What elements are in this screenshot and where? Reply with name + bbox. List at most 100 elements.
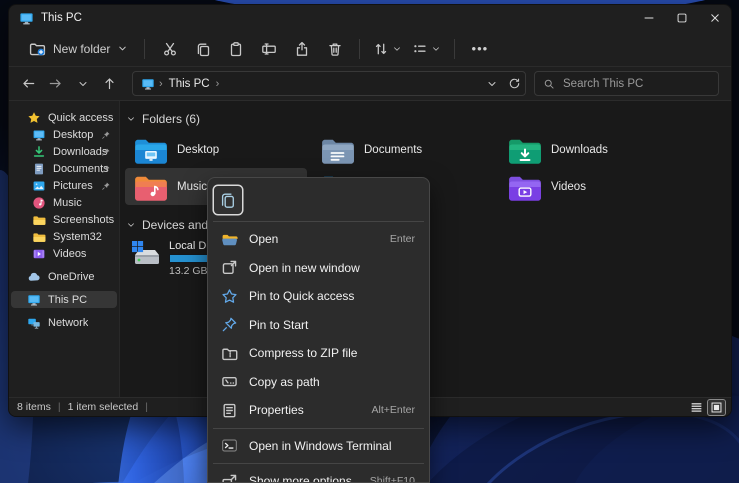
sort-button[interactable] xyxy=(368,34,407,64)
navigation-pane: Quick access Desktop Downloads DocumentsPic… xyxy=(9,101,119,397)
back-button[interactable] xyxy=(15,70,42,97)
menu-item-show-more-options[interactable]: Show more optionsShift+F10 xyxy=(212,467,425,483)
menu-item-open-in-windows-terminal[interactable]: Open in Windows Terminal xyxy=(212,432,425,461)
recent-locations-chevron[interactable] xyxy=(69,70,96,97)
menu-item-pin-to-start[interactable]: Pin to Start xyxy=(212,311,425,340)
chevron-down-icon xyxy=(392,44,402,54)
crumb-separator: › xyxy=(159,78,163,90)
download-icon xyxy=(32,145,46,159)
sidebar-item-system32[interactable]: System32 xyxy=(11,228,117,245)
trash-icon xyxy=(327,41,343,57)
minimize-button[interactable] xyxy=(632,5,665,31)
address-dropdown-chevron[interactable] xyxy=(486,78,498,90)
folder-music-icon xyxy=(133,172,169,202)
sidebar-item-label: Downloads xyxy=(53,146,107,158)
new-folder-button[interactable]: New folder xyxy=(21,36,136,61)
crumb-separator: › xyxy=(216,78,220,90)
refresh-icon[interactable] xyxy=(508,77,521,90)
m-more-icon xyxy=(221,473,238,483)
sidebar-item-pictures[interactable]: Pictures xyxy=(11,177,117,194)
menu-item-label: Open in new window xyxy=(249,261,360,275)
videos-icon xyxy=(32,247,46,261)
m-terminal-icon xyxy=(221,437,238,454)
music-icon xyxy=(32,196,46,210)
copy-icon xyxy=(219,191,237,209)
sidebar-item-label: Videos xyxy=(53,248,86,260)
status-separator: | xyxy=(58,401,61,413)
menu-item-shortcut: Enter xyxy=(390,233,415,245)
large-icons-view-button[interactable] xyxy=(708,400,725,415)
paste-icon xyxy=(228,41,244,57)
folders-section-header[interactable]: Folders (6) xyxy=(120,111,731,127)
sidebar-item-label: Quick access xyxy=(48,112,113,124)
star-icon xyxy=(27,111,41,125)
desktop-screen: This PC New folder ••• xyxy=(0,0,739,483)
sidebar-item-quick-access[interactable]: Quick access xyxy=(11,109,117,126)
menu-item-open-in-new-window[interactable]: Open in new window xyxy=(212,254,425,283)
view-button[interactable] xyxy=(407,34,446,64)
folder-tile-videos[interactable]: Videos xyxy=(499,168,681,205)
paste-button[interactable] xyxy=(219,34,252,64)
window-controls xyxy=(632,5,731,31)
context-menu: OpenEnter Open in new window Pin to Quick … xyxy=(207,177,430,483)
up-button[interactable] xyxy=(96,70,123,97)
menu-item-copy-as-path[interactable]: Copy as path xyxy=(212,368,425,397)
rename-button[interactable] xyxy=(252,34,285,64)
folders-header-label: Folders (6) xyxy=(142,112,200,126)
folder-tile-downloads[interactable]: Downloads xyxy=(499,131,681,168)
breadcrumb-this-pc[interactable]: This PC xyxy=(169,78,210,90)
close-button[interactable] xyxy=(698,5,731,31)
item-count: 8 items xyxy=(17,401,51,413)
sidebar-item-desktop[interactable]: Desktop xyxy=(11,126,117,143)
selection-count: 1 item selected xyxy=(68,401,139,413)
delete-button[interactable] xyxy=(318,34,351,64)
sidebar-item-music[interactable]: Music xyxy=(11,194,117,211)
menu-item-compress-to-zip-file[interactable]: Compress to ZIP file xyxy=(212,339,425,368)
m-path-icon xyxy=(221,373,238,390)
menu-item-pin-to-quick-access[interactable]: Pin to Quick access xyxy=(212,282,425,311)
sidebar-item-documents[interactable]: Documents xyxy=(11,160,117,177)
menu-item-properties[interactable]: PropertiesAlt+Enter xyxy=(212,396,425,425)
see-more-button[interactable]: ••• xyxy=(463,34,496,64)
share-button[interactable] xyxy=(285,34,318,64)
copy-button[interactable] xyxy=(186,34,219,64)
sidebar-item-this-pc[interactable]: This PC xyxy=(11,291,117,308)
sidebar-item-videos[interactable]: Videos xyxy=(11,245,117,262)
toolbar-divider xyxy=(454,39,455,59)
m-star-icon xyxy=(221,288,238,305)
folder-videos-icon xyxy=(507,172,543,202)
sidebar-item-screenshots[interactable]: Screenshots xyxy=(11,211,117,228)
pin-icon xyxy=(101,181,111,191)
title-bar[interactable]: This PC xyxy=(9,5,731,31)
sidebar-item-network[interactable]: Network xyxy=(11,314,117,331)
new-folder-icon xyxy=(29,40,46,57)
details-view-button[interactable] xyxy=(688,400,705,415)
menu-item-open[interactable]: OpenEnter xyxy=(212,225,425,254)
cut-button[interactable] xyxy=(153,34,186,64)
this-pc-icon xyxy=(141,77,155,91)
sort-icon xyxy=(373,41,389,57)
sidebar-item-label: Music xyxy=(53,197,82,209)
pictures-icon xyxy=(32,179,46,193)
sidebar-item-onedrive[interactable]: OneDrive xyxy=(11,268,117,285)
search-input[interactable]: Search This PC xyxy=(534,71,719,96)
sidebar-item-label: This PC xyxy=(48,294,87,306)
maximize-button[interactable] xyxy=(665,5,698,31)
copy-icon xyxy=(195,41,211,57)
sidebar-item-downloads[interactable]: Downloads xyxy=(11,143,117,160)
window-title: This PC xyxy=(41,12,82,24)
pin-icon xyxy=(101,130,111,140)
folder-tile-documents[interactable]: Documents xyxy=(312,131,494,168)
copy-quick-action-button[interactable] xyxy=(214,186,242,214)
folder-tile-desktop[interactable]: Desktop xyxy=(125,131,307,168)
breadcrumb[interactable]: › This PC › xyxy=(132,71,526,96)
menu-item-label: Show more options xyxy=(249,474,352,483)
sidebar-item-label: System32 xyxy=(53,231,102,243)
rename-icon xyxy=(261,41,277,57)
menu-item-label: Open in Windows Terminal xyxy=(249,439,392,453)
menu-separator xyxy=(213,463,424,464)
share-icon xyxy=(294,41,310,57)
forward-button[interactable] xyxy=(42,70,69,97)
folder-tile-label: Downloads xyxy=(551,144,608,156)
cloud-icon xyxy=(27,270,41,284)
